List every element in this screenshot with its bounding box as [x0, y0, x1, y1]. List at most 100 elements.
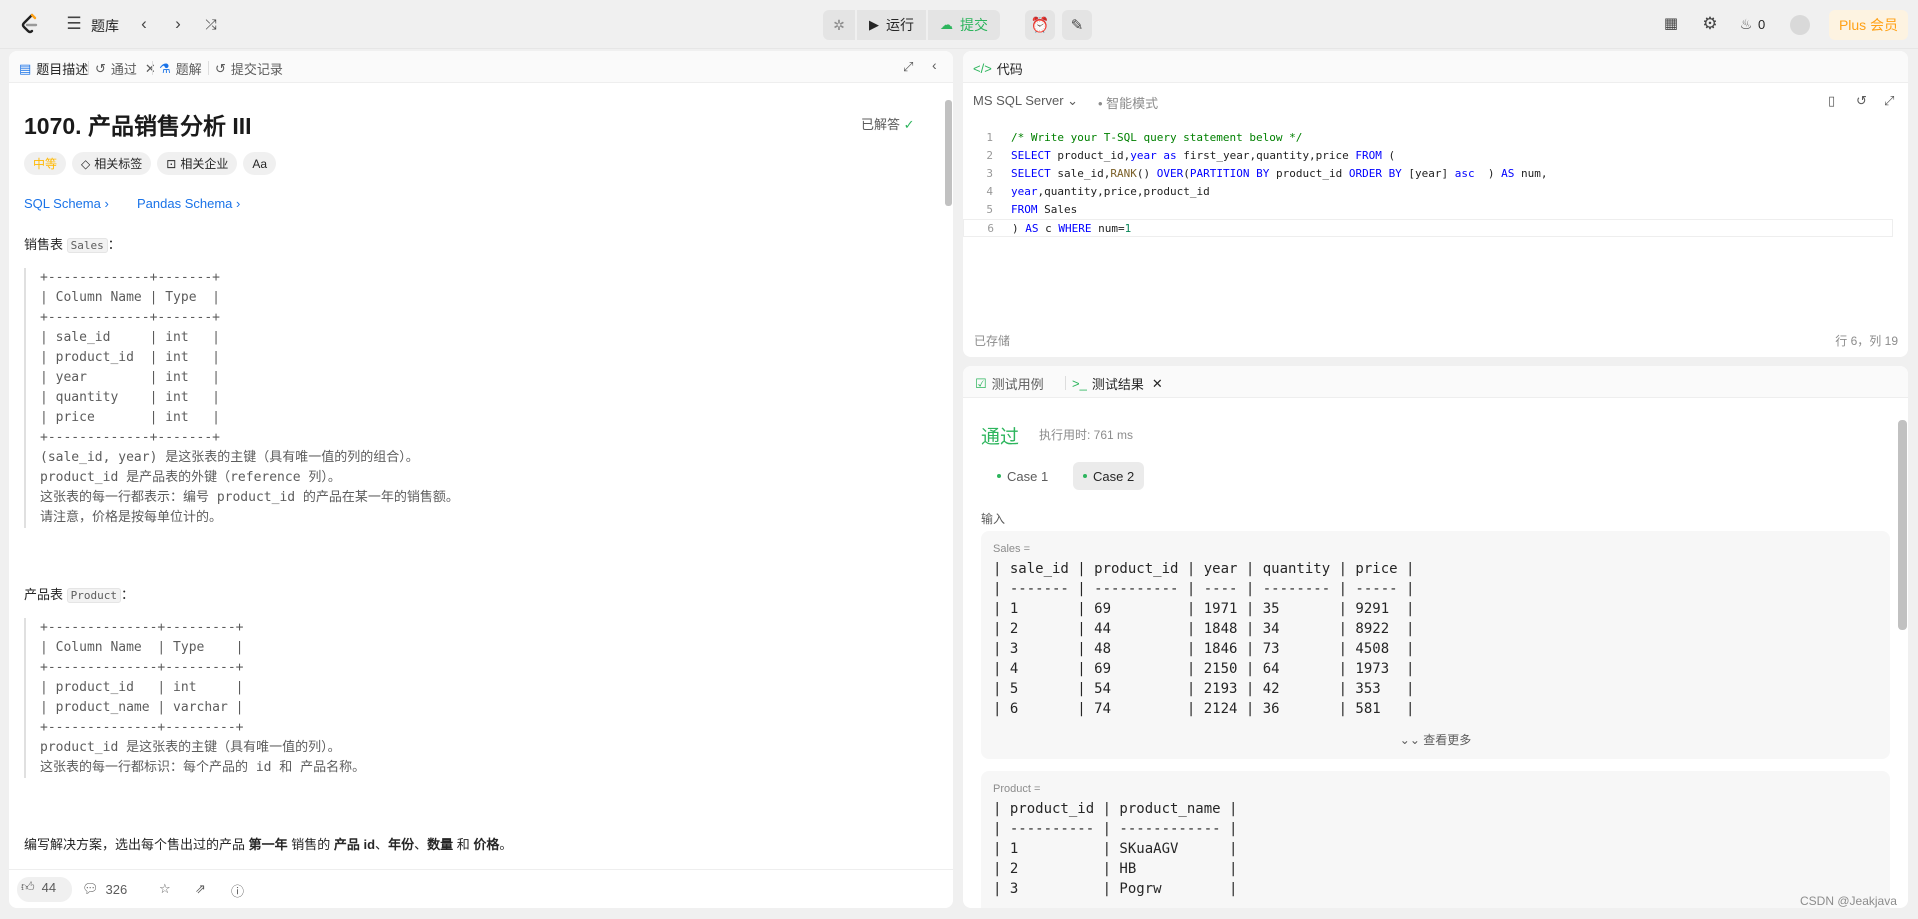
task-statement: 编写解决方案，选出每个售出过的产品 第一年 销售的 产品 id、年份、数量 和 … [24, 837, 513, 852]
collapse-left-icon[interactable]: ‹ [932, 57, 937, 73]
problem-title: 1070. 产品销售分析 III [24, 113, 252, 139]
run-button[interactable]: ▶ 运行 [857, 10, 926, 40]
table-row: | 2 | HB | [993, 861, 1238, 877]
tab-submissions[interactable]: ↺ 提交记录 [215, 59, 283, 78]
watermark-text: CSDN @Jeakjava [1800, 894, 1897, 908]
table-row: | 1 | 69 | 1971 | 35 | 9291 | [993, 601, 1415, 617]
chevron-right-icon: › [104, 196, 109, 211]
note-button[interactable]: ✎ [1062, 10, 1092, 40]
language-select[interactable]: MS SQL Server ⌄ [973, 93, 1078, 109]
table-row: | 2 | 44 | 1848 | 34 | 8922 | [993, 621, 1415, 637]
fullscreen-icon[interactable]: ⤢ [1884, 93, 1894, 109]
table-row: | 1 | SKuaAGV | [993, 841, 1238, 857]
list-icon[interactable]: ☰ [64, 14, 84, 34]
cursor-position: 行 6，列 19 [1835, 334, 1898, 348]
terminal-icon: >_ [1072, 376, 1087, 391]
shuffle-icon[interactable]: ⤮ [201, 14, 221, 34]
execution-time: 执行用时: 761 ms [1039, 428, 1134, 442]
code-panel: </> 代码 MS SQL Server ⌄ • 智能模式 ▯ ↺ ⤢ 1/* W… [963, 51, 1908, 357]
code-line: 4 year,quantity,price,product_id [986, 185, 1210, 198]
streak-count: 0 [1758, 17, 1766, 32]
tab-testcase[interactable]: ☑ 测试用例 [975, 374, 1044, 393]
problem-footer: 👍︎ 44 💬︎ 326 ☆ ⇗ ⓘ [9, 869, 953, 908]
result-scrollbar[interactable] [1896, 408, 1908, 908]
code-line: 3 SELECT sale_id,RANK() OVER(PARTITION BY… [986, 167, 1548, 180]
document-icon: ▤ [19, 60, 32, 76]
table-row: | 3 | Pogrw | [993, 881, 1238, 897]
result-tabs: ☑ 测试用例 >_ 测试结果 ✕ [963, 366, 1908, 398]
table-row: | 5 | 54 | 2193 | 42 | 353 | [993, 681, 1415, 697]
expand-icon[interactable]: ⤢ [903, 59, 913, 75]
problem-tags: 中等 ◇ 相关标签 ⊡ 相关企业 Aa [24, 152, 277, 175]
sales-input-box: Sales = | sale_id | product_id | year | … [981, 531, 1890, 759]
layout-icon[interactable]: ▦ [1661, 14, 1681, 34]
related-tags-button[interactable]: ◇ 相关标签 [72, 152, 152, 175]
case-1-tab[interactable]: Case 1 [987, 462, 1058, 490]
comment-icon: 💬︎ [82, 881, 99, 896]
plus-membership-button[interactable]: Plus 会员 [1829, 10, 1908, 40]
history-icon: ↺ [215, 60, 226, 76]
run-submit-group: ✲ ▶ 运行 ☁ 提交 [823, 10, 1000, 40]
alarm-clock-icon: ⏰ [1030, 17, 1050, 34]
thumbs-up-icon: 👍︎ [21, 879, 35, 894]
history-icon: ↺ [95, 60, 106, 76]
flask-icon: ⚗ [159, 60, 171, 76]
bookmark-icon[interactable]: ▯ [1828, 93, 1835, 109]
code-line: 1/* Write your T-SQL query statement bel… [986, 131, 1303, 144]
like-button[interactable]: 👍︎ 44 [21, 879, 56, 895]
translate-button[interactable]: Aa [243, 152, 277, 175]
gear-icon[interactable]: ⚙ [1700, 14, 1720, 34]
table-row: | 3 | 48 | 1846 | 73 | 4508 | [993, 641, 1415, 657]
bug-icon: ✲ [833, 16, 845, 33]
flame-icon[interactable]: ♨ [1738, 14, 1754, 34]
code-line-current: 6) AS c WHERE num=1 [963, 219, 1893, 237]
table-row: | 4 | 69 | 2150 | 64 | 1973 | [993, 661, 1415, 677]
related-companies-button[interactable]: ⊡ 相关企业 [157, 152, 238, 175]
reset-icon[interactable]: ↺ [1856, 93, 1867, 109]
play-icon: ▶ [869, 17, 879, 32]
close-icon[interactable]: ✕ [145, 61, 156, 77]
tab-code[interactable]: </> 代码 [973, 59, 1023, 78]
tab-description[interactable]: ▤ 题目描述 [19, 59, 88, 78]
close-icon[interactable]: ✕ [1152, 376, 1163, 392]
chevron-right-icon[interactable]: › [168, 14, 188, 34]
show-more-button[interactable]: ⌄⌄ 查看更多 [981, 731, 1890, 748]
code-tabs: </> 代码 [963, 51, 1908, 83]
alarm-clock-button[interactable]: ⏰ [1025, 10, 1055, 40]
pandas-schema-link[interactable]: Pandas Schema › [137, 196, 240, 211]
note-icon: ✎ [1070, 17, 1084, 34]
avatar[interactable] [1790, 15, 1810, 35]
checkbox-icon: ☑ [975, 375, 987, 391]
tab-test-result[interactable]: >_ 测试结果 ✕ [1072, 374, 1163, 393]
star-icon[interactable]: ☆ [159, 881, 171, 897]
check-circle-icon: ✓ [903, 117, 915, 132]
share-icon[interactable]: ⇗ [195, 881, 206, 897]
chevron-right-icon: › [236, 196, 241, 211]
code-editor[interactable]: 1/* Write your T-SQL query statement bel… [963, 121, 1908, 311]
leetcode-logo-icon[interactable] [18, 12, 42, 36]
lock-icon: ⊡ [166, 156, 177, 171]
tab-accepted[interactable]: ↺ 通过 ✕ [95, 59, 156, 78]
chevrons-down-icon: ⌄⌄ [1399, 733, 1420, 747]
input-label: 输入 [981, 512, 1006, 526]
code-line: 5 FROM Sales [986, 203, 1078, 216]
problem-tabs: ▤ 题目描述 ↺ 通过 ✕ ⚗ 题解 ↺ 提交记录 ⤢ ‹ [9, 51, 953, 83]
submit-button[interactable]: ☁ 提交 [928, 10, 1000, 40]
top-bar: ☰ 题库 ‹ › ⤮ ✲ ▶ 运行 ☁ 提交 ⏰ ✎ ▦ ⚙ ♨ 0 Plus 会员 [0, 0, 1918, 49]
product-intro: 产品表 Product： [24, 587, 135, 603]
smart-mode-toggle[interactable]: • 智能模式 [1098, 93, 1158, 112]
table-row: | 6 | 74 | 2124 | 36 | 581 | [993, 701, 1415, 717]
description-scrollbar[interactable] [943, 84, 953, 868]
comments-button[interactable]: 💬︎ 326 [82, 881, 127, 897]
problem-list-link[interactable]: 题库 [91, 16, 119, 36]
chevron-down-icon: ⌄ [1067, 93, 1079, 108]
debug-button[interactable]: ✲ [823, 10, 855, 40]
tab-solutions[interactable]: ⚗ 题解 [159, 59, 202, 78]
sql-schema-link[interactable]: SQL Schema › [24, 196, 109, 211]
table-row: | sale_id | product_id | year | quantity… [993, 561, 1415, 577]
difficulty-badge: 中等 [24, 152, 67, 175]
tag-icon: ◇ [81, 156, 91, 171]
chevron-left-icon[interactable]: ‹ [134, 14, 154, 34]
case-2-tab[interactable]: Case 2 [1073, 462, 1145, 490]
help-icon[interactable]: ⓘ [231, 881, 244, 900]
